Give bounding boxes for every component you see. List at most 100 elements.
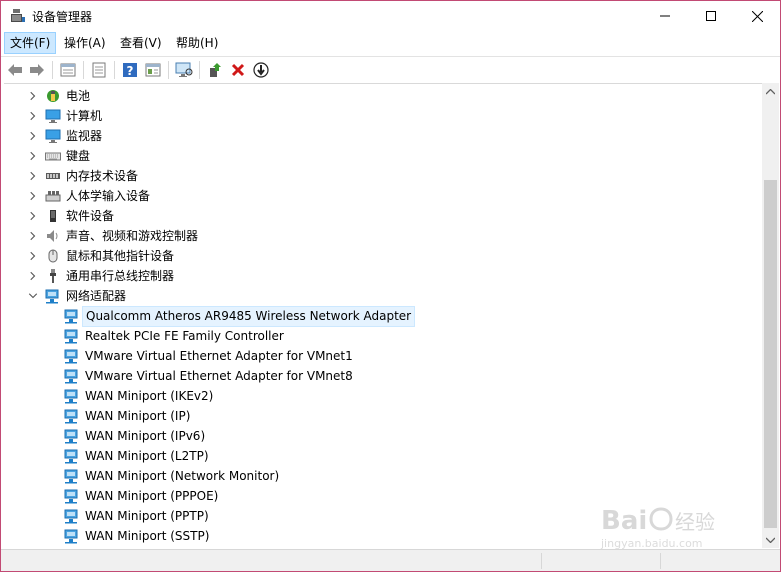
menu-help[interactable]: 帮助(H) [171, 32, 223, 54]
back-icon [8, 64, 22, 76]
network-adapter-row[interactable]: WAN Miniport (IPv6) [4, 426, 762, 446]
network-adapter-row[interactable]: WAN Miniport (SSTP) [4, 526, 762, 546]
network-adapter-label[interactable]: WAN Miniport (IPv6) [85, 429, 205, 443]
network-adapter-label[interactable]: VMware Virtual Ethernet Adapter for VMne… [85, 369, 353, 383]
tree-category-label[interactable]: 声音、视频和游戏控制器 [66, 229, 198, 243]
tree-category-label[interactable]: 人体学输入设备 [66, 189, 150, 203]
tree-category-row[interactable]: 人体学输入设备 [4, 186, 762, 206]
tree-category-row[interactable]: 监视器 [4, 126, 762, 146]
status-cell [542, 553, 661, 569]
svg-text:?: ? [127, 64, 134, 78]
network-adapter-label[interactable]: WAN Miniport (L2TP) [85, 449, 209, 463]
network-adapter-row[interactable]: VMware Virtual Ethernet Adapter for VMne… [4, 366, 762, 386]
chevron-right-icon[interactable] [27, 210, 39, 222]
maximize-button[interactable] [688, 1, 734, 31]
scan-hardware-button[interactable] [174, 60, 194, 80]
chevron-down-icon[interactable] [27, 290, 39, 302]
menu-action[interactable]: 操作(A) [59, 32, 111, 54]
tree-category-row[interactable]: 计算机 [4, 106, 762, 126]
monitor-scan-icon [175, 62, 193, 77]
minimize-button[interactable] [642, 1, 688, 31]
tree-category-row[interactable]: 键盘 [4, 146, 762, 166]
tree-category-label[interactable]: 网络适配器 [66, 289, 126, 303]
properties-button[interactable] [58, 60, 78, 80]
network-adapter-row[interactable]: Realtek PCIe FE Family Controller [4, 326, 762, 346]
help-button[interactable]: ? [120, 60, 140, 80]
network-adapter-row[interactable]: WAN Miniport (Network Monitor) [4, 466, 762, 486]
menu-file[interactable]: 文件(F) [4, 32, 57, 54]
network-adapter-row[interactable]: WAN Miniport (PPPOE) [4, 486, 762, 506]
tree-category-row[interactable]: 通用串行总线控制器 [4, 266, 762, 286]
network-adapter-label[interactable]: WAN Miniport (PPTP) [85, 509, 209, 523]
chevron-right-icon[interactable] [27, 90, 39, 102]
scroll-up-button[interactable] [762, 83, 779, 100]
tree-category-row[interactable]: 软件设备 [4, 206, 762, 226]
network-adapter-icon [64, 509, 78, 524]
menu-view[interactable]: 查看(V) [115, 32, 167, 54]
tree-category-label[interactable]: 监视器 [66, 129, 102, 143]
tree-category-label[interactable]: 通用串行总线控制器 [66, 269, 174, 283]
chevron-right-icon[interactable] [27, 170, 39, 182]
chevron-right-icon[interactable] [27, 130, 39, 142]
chevron-right-icon[interactable] [27, 270, 39, 282]
scroll-thumb[interactable] [764, 180, 777, 528]
status-bar [1, 549, 780, 571]
uninstall-button[interactable] [228, 60, 248, 80]
chevron-right-icon[interactable] [27, 110, 39, 122]
disable-device-button[interactable] [251, 60, 271, 80]
network-adapter-label[interactable]: WAN Miniport (PPPOE) [85, 489, 218, 503]
chevron-right-icon[interactable] [27, 250, 39, 262]
network-adapter-label[interactable]: WAN Miniport (IKEv2) [85, 389, 213, 403]
network-adapter-row[interactable]: WAN Miniport (L2TP) [4, 446, 762, 466]
device-manager-window: 设备管理器 文件(F) 操作(A) 查看(V) 帮助(H) ? 电池 计算机 监… [0, 0, 781, 572]
network-adapter-label[interactable]: VMware Virtual Ethernet Adapter for VMne… [85, 349, 353, 363]
network-adapter-row[interactable]: VMware Virtual Ethernet Adapter for VMne… [4, 346, 762, 366]
status-cell [1, 553, 542, 569]
chevron-right-icon[interactable] [27, 190, 39, 202]
forward-button[interactable] [27, 60, 47, 80]
tree-category-row[interactable]: 网络适配器 [4, 286, 762, 306]
view-button[interactable] [143, 60, 163, 80]
close-button[interactable] [734, 1, 780, 31]
tree-category-label[interactable]: 电池 [66, 89, 90, 103]
tree-category-row[interactable]: 电池 [4, 86, 762, 106]
chevron-right-icon[interactable] [27, 150, 39, 162]
network-adapter-row[interactable]: WAN Miniport (IKEv2) [4, 386, 762, 406]
network-adapter-icon [64, 449, 78, 464]
tree-category-row[interactable]: 鼠标和其他指针设备 [4, 246, 762, 266]
network-adapter-row[interactable]: WAN Miniport (IP) [4, 406, 762, 426]
window-title: 设备管理器 [32, 10, 93, 24]
view-icon [145, 63, 161, 77]
tree-category-label[interactable]: 鼠标和其他指针设备 [66, 249, 174, 263]
title-bar[interactable]: 设备管理器 [1, 1, 780, 31]
battery-icon [47, 90, 59, 102]
network-adapter-icon [64, 389, 78, 404]
tree-category-row[interactable]: 声音、视频和游戏控制器 [4, 226, 762, 246]
menu-bar: 文件(F) 操作(A) 查看(V) 帮助(H) [1, 31, 780, 55]
keyboard-icon [45, 152, 61, 161]
tree-category-row[interactable]: 内存技术设备 [4, 166, 762, 186]
tree-category-label[interactable]: 软件设备 [66, 209, 114, 223]
hid-icon [45, 191, 61, 202]
usb-icon [50, 269, 56, 283]
network-adapter-row[interactable]: Qualcomm Atheros AR9485 Wireless Network… [4, 306, 762, 327]
network-adapter-label[interactable]: WAN Miniport (SSTP) [85, 529, 209, 543]
tree-category-label[interactable]: 键盘 [66, 149, 90, 163]
mouse-icon [48, 249, 58, 263]
selected-network-adapter-label[interactable]: Qualcomm Atheros AR9485 Wireless Network… [82, 306, 416, 327]
back-button[interactable] [5, 60, 25, 80]
scroll-down-button[interactable] [762, 531, 779, 548]
network-adapter-label[interactable]: WAN Miniport (IP) [85, 409, 190, 423]
network-adapter-label[interactable]: Realtek PCIe FE Family Controller [85, 329, 284, 343]
vertical-scrollbar[interactable] [762, 83, 779, 548]
chevron-right-icon[interactable] [27, 230, 39, 242]
enable-device-button[interactable] [205, 60, 225, 80]
network-adapter-icon [64, 309, 78, 324]
network-adapter-label[interactable]: WAN Miniport (Network Monitor) [85, 469, 279, 483]
tree-category-label[interactable]: 内存技术设备 [66, 169, 138, 183]
network-adapter-icon [64, 429, 78, 444]
tree-category-label[interactable]: 计算机 [66, 109, 102, 123]
update-driver-button[interactable] [89, 60, 109, 80]
device-tree[interactable]: 电池计算机监视器键盘内存技术设备 人体学输入设备 软件设备声音、视频和游戏控制器 鼠标… [4, 83, 762, 549]
network-adapter-row[interactable]: WAN Miniport (PPTP) [4, 506, 762, 526]
